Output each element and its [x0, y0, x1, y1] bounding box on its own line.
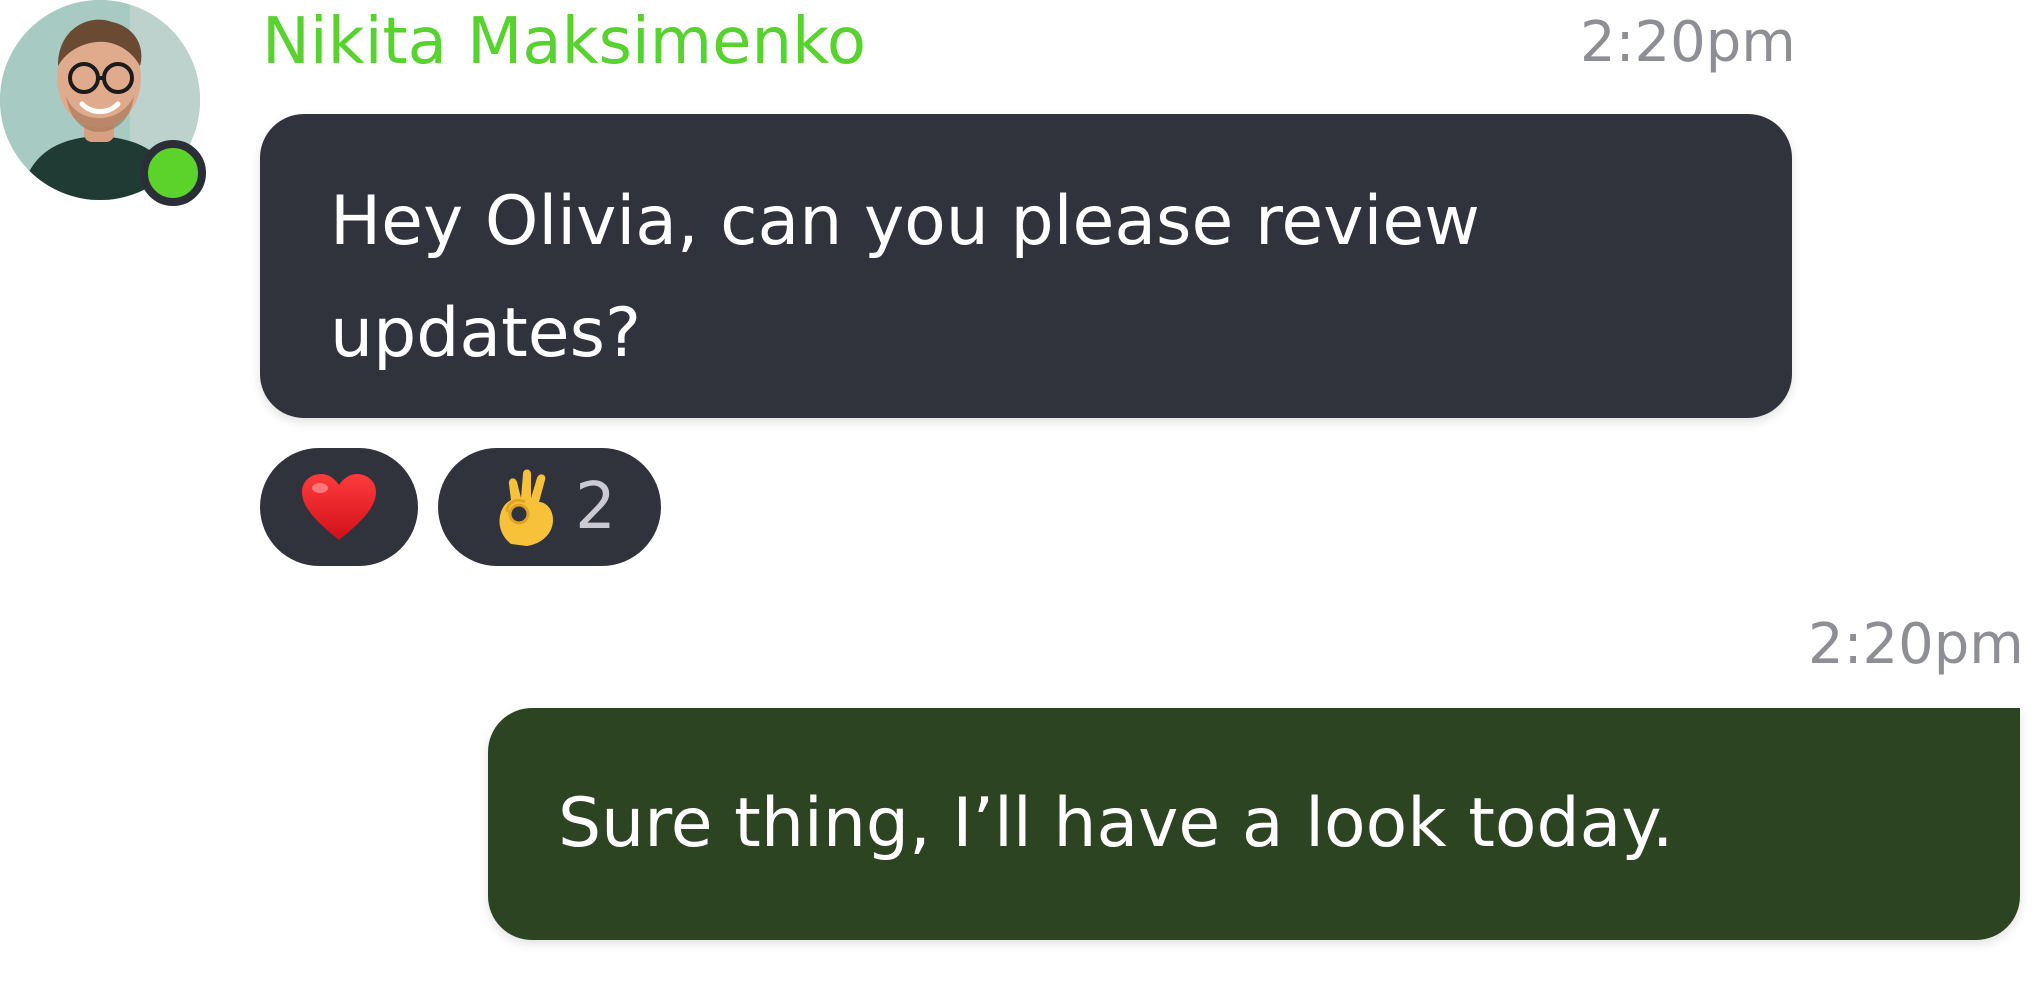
incoming-message-text: Hey Olivia, can you please review update… [330, 182, 1480, 373]
outgoing-message-bubble[interactable]: Sure thing, I’ll have a look today. [488, 708, 2020, 940]
online-status-indicator [140, 140, 206, 206]
ok-hand-emoji-icon [499, 469, 554, 546]
outgoing-message-timestamp: 2:20pm [1808, 612, 2024, 677]
sender-name[interactable]: Nikita Maksimenko [262, 2, 866, 82]
sender-avatar[interactable] [0, 0, 206, 206]
red-heart-emoji-icon [302, 474, 376, 540]
incoming-message-timestamp: 2:20pm [1580, 10, 1796, 75]
reaction-ok-hand[interactable]: 2 [438, 448, 661, 566]
reaction-heart[interactable] [260, 448, 418, 566]
reaction-count: 2 [575, 470, 616, 544]
incoming-message-bubble[interactable]: Hey Olivia, can you please review update… [260, 114, 1792, 418]
outgoing-message-text: Sure thing, I’ll have a look today. [558, 784, 1674, 863]
